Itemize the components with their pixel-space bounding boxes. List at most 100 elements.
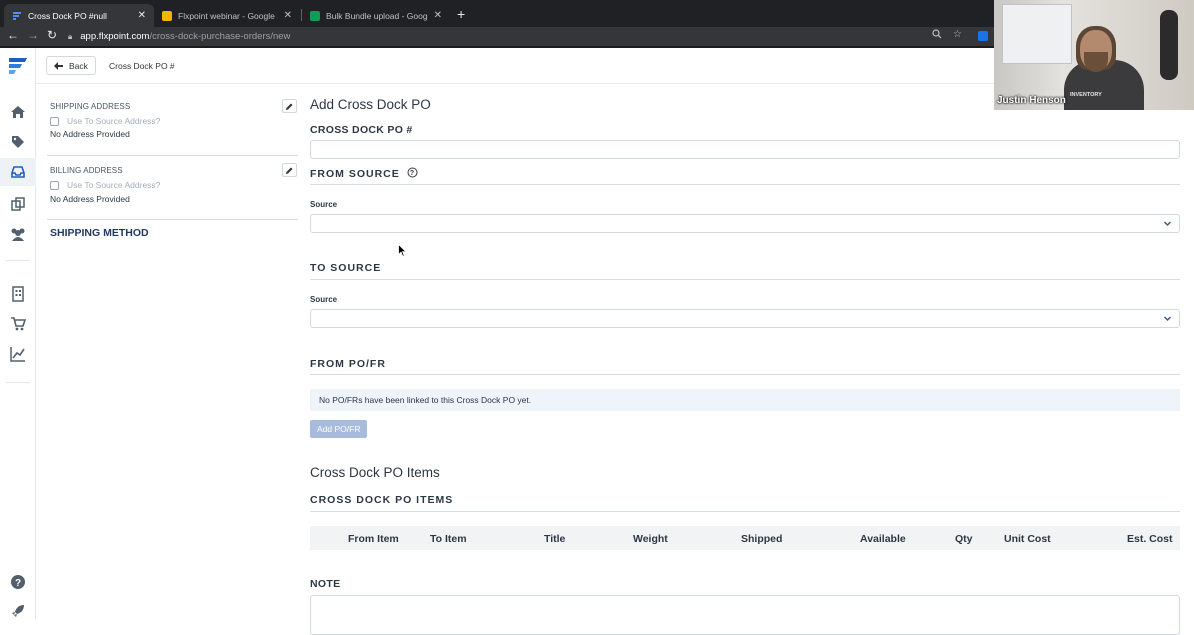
app-sidebar: ? <box>0 48 36 619</box>
webcam-overlay: INVENTORY Justin Henson <box>994 0 1194 110</box>
close-tab-icon[interactable]: ✕ <box>138 10 146 21</box>
arrow-left-icon <box>54 61 63 70</box>
presenter-name: Justin Henson <box>997 95 1066 106</box>
breadcrumb: Cross Dock PO # <box>109 61 175 71</box>
users-icon[interactable] <box>8 224 28 244</box>
column-header-available[interactable]: Available <box>860 533 906 545</box>
flxpoint-favicon-icon <box>12 11 22 21</box>
column-header-est-cost[interactable]: Est. Cost <box>1127 533 1173 545</box>
column-header-qty[interactable]: Qty <box>955 533 973 545</box>
note-textarea[interactable] <box>310 595 1180 635</box>
sheets-favicon-icon <box>310 10 320 21</box>
reload-icon[interactable]: ↻ <box>47 28 57 42</box>
checkbox-box[interactable] <box>50 180 59 190</box>
column-header-shipped[interactable]: Shipped <box>741 533 782 545</box>
lock-icon: 🔒︎ <box>68 31 73 41</box>
help-circle-icon[interactable]: ? <box>407 167 418 178</box>
rocket-icon[interactable] <box>8 601 28 621</box>
back-button[interactable]: Back <box>46 56 96 75</box>
url-domain: app.flxpoint.com <box>80 31 150 42</box>
building-icon[interactable] <box>8 284 28 304</box>
po-number-input[interactable] <box>310 140 1180 159</box>
section-divider <box>310 511 1180 512</box>
zoom-icon[interactable] <box>932 29 942 42</box>
section-divider <box>310 374 1180 375</box>
sidebar-divider <box>6 382 30 383</box>
close-tab-icon[interactable]: ✕ <box>434 10 442 21</box>
edit-billing-address-button[interactable] <box>282 163 297 177</box>
tab-title: Flxpoint webinar - Google Slide <box>178 10 278 21</box>
analytics-chart-icon[interactable] <box>8 344 28 364</box>
svg-text:?: ? <box>410 170 415 177</box>
note-heading: NOTE <box>310 578 341 590</box>
items-table-header: From Item To Item Title Weight Shipped A… <box>310 526 1180 550</box>
shipping-address-value: No Address Provided <box>50 129 130 139</box>
mouse-cursor-icon <box>398 244 407 257</box>
column-header-from-item[interactable]: From Item <box>348 533 399 545</box>
pencil-icon <box>286 103 293 110</box>
section-divider <box>47 219 298 220</box>
address-bar[interactable]: 🔒︎ app.flxpoint.com/cross-dock-purchase-… <box>68 29 998 44</box>
help-icon[interactable]: ? <box>8 572 28 592</box>
pofr-empty-message: No PO/FRs have been linked to this Cross… <box>310 389 1180 411</box>
from-source-heading: FROM SOURCE ? <box>310 167 418 180</box>
new-tab-icon[interactable]: + <box>457 6 465 22</box>
shirt-logo: INVENTORY <box>1070 92 1102 98</box>
address-panel: SHIPPING ADDRESS Use To Source Address? … <box>36 85 302 619</box>
close-tab-icon[interactable]: ✕ <box>284 10 292 21</box>
extension-icon[interactable] <box>978 31 988 41</box>
chevron-down-icon <box>1163 221 1172 227</box>
po-number-heading: CROSS DOCK PO # <box>310 124 413 136</box>
flxpoint-logo-icon[interactable] <box>6 54 30 78</box>
edit-shipping-address-button[interactable] <box>282 99 297 113</box>
chevron-down-icon <box>1163 316 1172 322</box>
checkbox-box[interactable] <box>50 116 59 126</box>
billing-use-source-checkbox[interactable]: Use To Source Address? <box>50 180 160 190</box>
browser-tab-slides[interactable]: Flxpoint webinar - Google Slide ✕ <box>154 4 300 27</box>
back-button-label: Back <box>69 60 88 71</box>
box-copy-icon[interactable] <box>8 194 28 214</box>
checkbox-label: Use To Source Address? <box>67 180 161 190</box>
home-icon[interactable] <box>8 102 28 122</box>
add-pofr-button[interactable]: Add PO/FR <box>310 420 368 438</box>
url-path: /cross-dock-purchase-orders/new <box>149 31 291 42</box>
to-source-heading: TO SOURCE <box>310 262 382 274</box>
browser-tab-cross-dock[interactable]: Cross Dock PO #null ✕ <box>4 4 154 27</box>
items-title: Cross Dock PO Items <box>310 465 440 480</box>
billing-address-value: No Address Provided <box>50 194 130 204</box>
from-pofr-heading: FROM PO/FR <box>310 358 386 370</box>
inbox-icon[interactable] <box>0 158 36 186</box>
slides-favicon-icon <box>162 10 172 21</box>
section-divider <box>310 279 1180 280</box>
checkbox-label: Use To Source Address? <box>67 116 161 126</box>
to-source-select[interactable] <box>310 309 1180 328</box>
shipping-method-heading: SHIPPING METHOD <box>50 227 149 239</box>
column-header-title[interactable]: Title <box>544 533 565 545</box>
from-source-select[interactable] <box>310 214 1180 233</box>
back-arrow-icon[interactable]: ← <box>7 28 19 42</box>
section-divider <box>310 184 1180 185</box>
column-header-unit-cost[interactable]: Unit Cost <box>1004 533 1051 545</box>
shipping-address-label: SHIPPING ADDRESS <box>50 102 131 111</box>
from-source-field-label: Source <box>310 200 338 209</box>
svg-text:?: ? <box>15 578 21 589</box>
to-source-field-label: Source <box>310 295 338 304</box>
items-heading: CROSS DOCK PO ITEMS <box>310 494 454 506</box>
browser-tab-sheets[interactable]: Bulk Bundle upload - Google S ✕ <box>302 4 450 27</box>
page-title: Add Cross Dock PO <box>310 97 431 112</box>
pencil-icon <box>286 167 293 174</box>
section-divider <box>47 155 298 156</box>
tag-icon[interactable] <box>8 132 28 152</box>
column-header-to-item[interactable]: To Item <box>430 533 467 545</box>
whiteboard <box>1002 4 1072 64</box>
bookmark-star-icon[interactable]: ☆ <box>953 29 962 40</box>
guitar <box>1160 10 1178 80</box>
tab-title: Bulk Bundle upload - Google S <box>326 10 428 21</box>
shipping-use-source-checkbox[interactable]: Use To Source Address? <box>50 116 160 126</box>
shopping-cart-icon[interactable] <box>8 314 28 334</box>
from-source-heading-text: FROM SOURCE <box>310 168 400 180</box>
billing-address-label: BILLING ADDRESS <box>50 166 123 175</box>
forward-arrow-icon[interactable]: → <box>27 28 39 42</box>
tab-title: Cross Dock PO #null <box>28 10 107 21</box>
column-header-weight[interactable]: Weight <box>633 533 668 545</box>
